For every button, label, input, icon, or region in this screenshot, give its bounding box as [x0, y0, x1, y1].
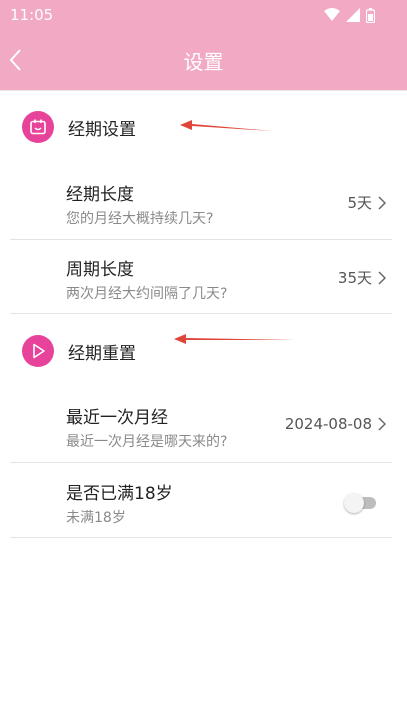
divider [10, 537, 392, 538]
chevron-right-icon [378, 417, 386, 431]
row-value: 5天 [347, 192, 386, 213]
status-icons [324, 7, 375, 23]
annotation-arrow [180, 120, 272, 131]
row-title: 最近一次月经 [66, 408, 168, 428]
section-label: 经期重置 [68, 343, 136, 364]
row-age-18: 是否已满18岁 未满18岁 [66, 479, 386, 553]
row-value: 35天 [338, 267, 386, 288]
status-bar: 11:05 [0, 0, 407, 30]
row-title: 是否已满18岁 [66, 484, 173, 504]
row-value: 2024-08-08 [285, 415, 386, 433]
divider [10, 462, 392, 463]
row-subtitle: 两次月经大约间隔了几天? [66, 286, 228, 302]
toggle-knob [344, 493, 364, 513]
age-toggle[interactable] [344, 493, 376, 513]
row-period-length[interactable]: 经期长度 您的月经大概持续几天? 5天 [66, 180, 386, 254]
wifi-icon [324, 8, 340, 22]
value-text: 35天 [337, 269, 372, 287]
chevron-right-icon [378, 195, 386, 210]
row-subtitle: 最近一次月经是哪天来的? [66, 434, 228, 450]
row-title: 经期长度 [66, 185, 134, 205]
row-subtitle: 未满18岁 [66, 510, 126, 526]
battery-icon [366, 7, 375, 23]
annotation-arrow [174, 334, 296, 344]
calendar-icon [22, 111, 54, 143]
row-title: 周期长度 [66, 260, 134, 280]
row-cycle-length[interactable]: 周期长度 两次月经大约间隔了几天? 35天 [66, 255, 386, 329]
chevron-right-icon [378, 270, 386, 285]
row-subtitle: 您的月经大概持续几天? [66, 211, 214, 227]
status-time: 11:05 [10, 6, 54, 24]
value-text: 2024-08-08 [284, 415, 372, 433]
play-icon [22, 335, 54, 367]
row-last-period[interactable]: 最近一次月经 最近一次月经是哪天来的? 2024-08-08 [66, 403, 386, 477]
signal-icon [346, 8, 360, 22]
divider [10, 313, 392, 314]
section-header-period-settings: 经期设置 [22, 110, 136, 144]
divider [0, 90, 407, 91]
app-bar: 设置 [0, 30, 407, 90]
divider [10, 239, 392, 240]
page-title: 设置 [183, 50, 224, 74]
section-label: 经期设置 [68, 119, 136, 140]
section-header-period-reset: 经期重置 [22, 334, 136, 368]
value-text: 5天 [347, 194, 372, 212]
